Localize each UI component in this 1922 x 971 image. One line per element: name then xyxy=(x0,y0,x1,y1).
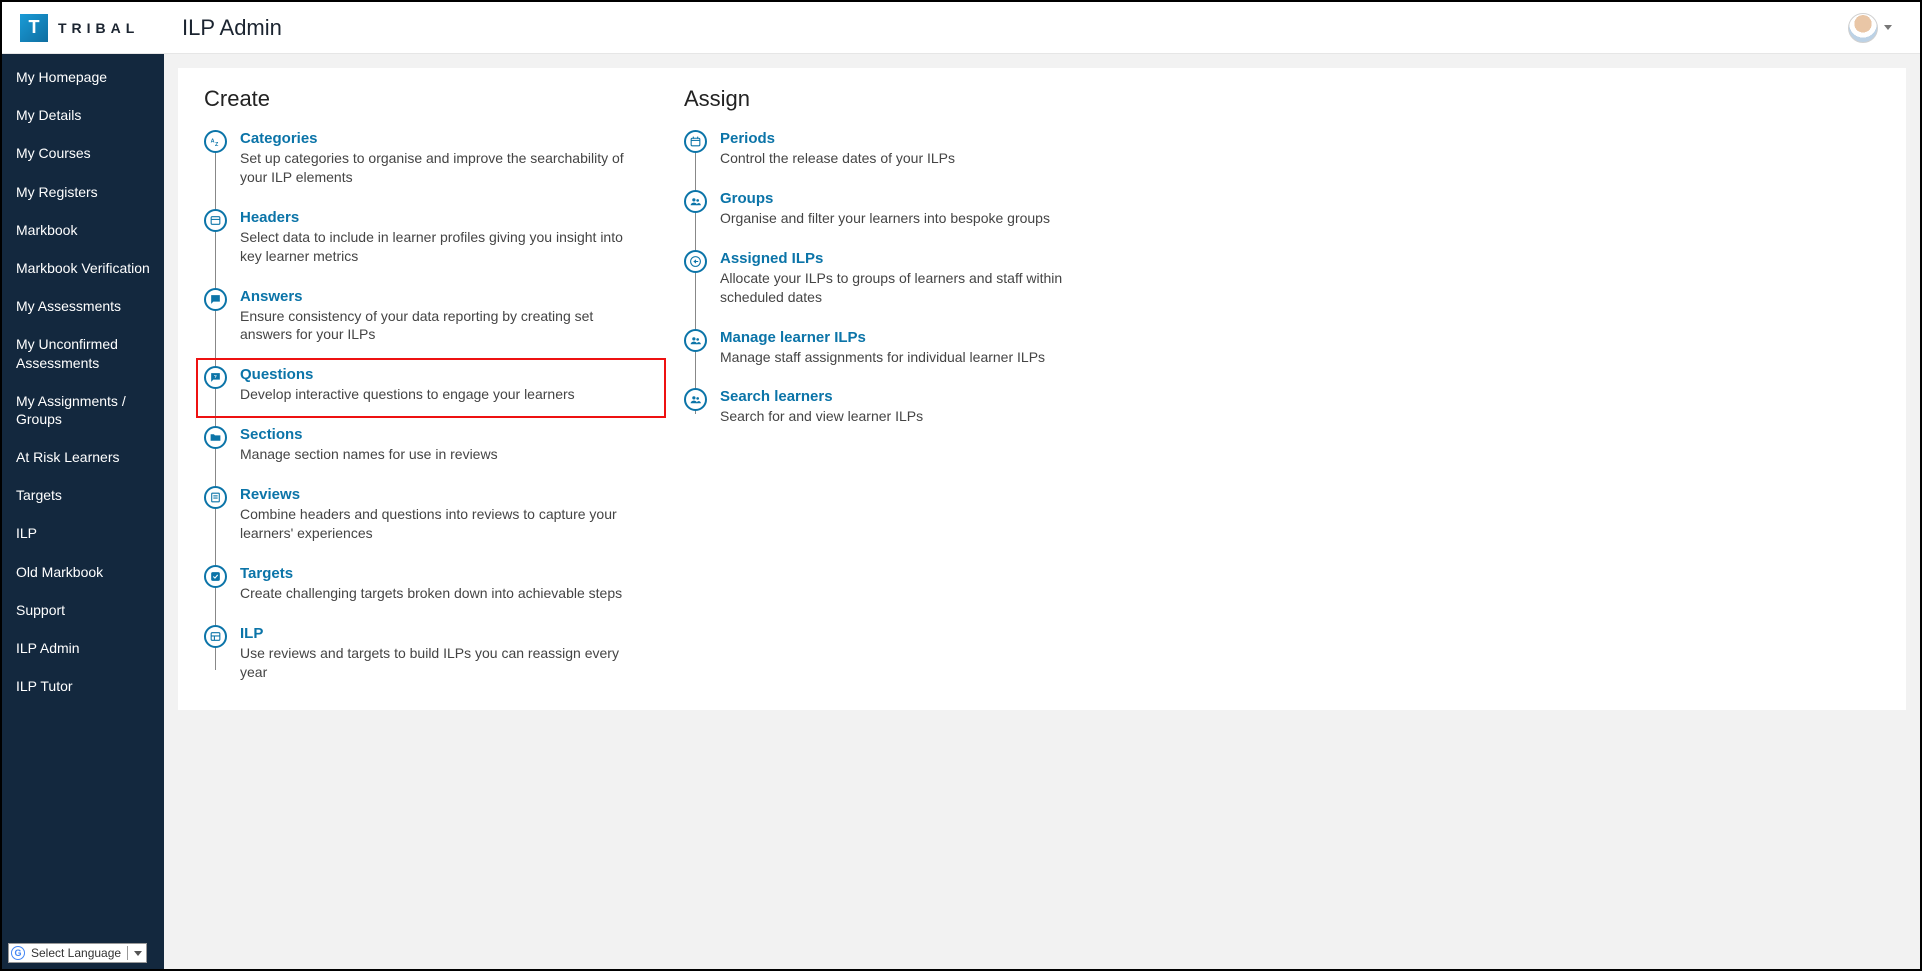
assign-item-manage-learner-ilps[interactable]: Manage learner ILPs Manage staff assignme… xyxy=(684,329,1124,367)
target-icon xyxy=(204,565,227,588)
sidebar-item-assignments[interactable]: My Assignments / Groups xyxy=(2,382,164,438)
send-icon xyxy=(684,250,707,273)
tl-item-desc: Control the release dates of your ILPs xyxy=(720,149,1124,168)
tl-item-title: Search learners xyxy=(720,388,1124,405)
tl-item-desc: Use reviews and targets to build ILPs yo… xyxy=(240,644,644,682)
assign-column: Assign Periods Control the release dates … xyxy=(684,86,1124,682)
tl-item-title: Answers xyxy=(240,288,644,305)
create-item-reviews[interactable]: Reviews Combine headers and questions int… xyxy=(204,486,644,543)
tl-item-title: Reviews xyxy=(240,486,644,503)
tl-item-desc: Manage section names for use in reviews xyxy=(240,445,644,464)
assign-timeline: Periods Control the release dates of your… xyxy=(684,130,1124,426)
main-content-scroll[interactable]: Create AZ Categories Set up categories to … xyxy=(164,54,1920,969)
language-selector[interactable]: G Select Language xyxy=(8,943,147,963)
assign-item-periods[interactable]: Periods Control the release dates of your… xyxy=(684,130,1124,168)
create-item-questions[interactable]: ? Questions Develop interactive questions … xyxy=(204,366,644,404)
tl-item-desc: Organise and filter your learners into b… xyxy=(720,209,1124,228)
sidebar-item-my-courses[interactable]: My Courses xyxy=(2,134,164,172)
tl-item-desc: Develop interactive questions to engage … xyxy=(240,385,644,404)
tl-item-desc: Combine headers and questions into revie… xyxy=(240,505,644,543)
calendar-icon xyxy=(684,130,707,153)
brand-text: TRIBAL xyxy=(58,20,139,36)
page-title: ILP Admin xyxy=(182,15,282,41)
sidebar-item-my-homepage[interactable]: My Homepage xyxy=(2,58,164,96)
tl-item-title: Headers xyxy=(240,209,644,226)
create-heading: Create xyxy=(204,86,644,112)
tl-item-title: Periods xyxy=(720,130,1124,147)
create-item-sections[interactable]: Sections Manage section names for use in … xyxy=(204,426,644,464)
tl-item-title: ILP xyxy=(240,625,644,642)
group-icon xyxy=(684,190,707,213)
tl-item-title: Targets xyxy=(240,565,644,582)
assign-item-groups[interactable]: Groups Organise and filter your learners … xyxy=(684,190,1124,228)
create-item-ilp[interactable]: ILP Use reviews and targets to build ILPs… xyxy=(204,625,644,682)
tl-item-title: Sections xyxy=(240,426,644,443)
create-item-categories[interactable]: AZ Categories Set up categories to organis… xyxy=(204,130,644,187)
assign-item-assigned-ilps[interactable]: Assigned ILPs Allocate your ILPs to group… xyxy=(684,250,1124,307)
sidebar-item-targets[interactable]: Targets xyxy=(2,476,164,514)
tl-item-desc: Select data to include in learner profil… xyxy=(240,228,644,266)
svg-text:A: A xyxy=(211,139,215,145)
brand-logo-icon: T xyxy=(20,14,48,42)
tl-item-title: Categories xyxy=(240,130,644,147)
create-timeline: AZ Categories Set up categories to organis… xyxy=(204,130,644,682)
sidebar-item-my-assessments[interactable]: My Assessments xyxy=(2,287,164,325)
sidebar-item-old-markbook[interactable]: Old Markbook xyxy=(2,553,164,591)
language-label: Select Language xyxy=(31,946,121,960)
header-icon xyxy=(204,209,227,232)
app-header: T TRIBAL ILP Admin xyxy=(2,2,1920,54)
sidebar-item-my-registers[interactable]: My Registers xyxy=(2,173,164,211)
avatar[interactable] xyxy=(1848,13,1878,43)
sidebar-item-support[interactable]: Support xyxy=(2,591,164,629)
tl-item-desc: Create challenging targets broken down i… xyxy=(240,584,644,603)
sidebar-item-unconf-assess[interactable]: My Unconfirmed Assessments xyxy=(2,325,164,381)
group-icon xyxy=(684,329,707,352)
divider xyxy=(127,946,128,960)
create-item-targets[interactable]: Targets Create challenging targets broken… xyxy=(204,565,644,603)
question-icon: ? xyxy=(204,366,227,389)
brand[interactable]: T TRIBAL xyxy=(2,14,164,42)
assign-heading: Assign xyxy=(684,86,1124,112)
user-menu-caret-icon[interactable] xyxy=(1884,25,1892,30)
tl-item-desc: Search for and view learner ILPs xyxy=(720,407,1124,426)
sidebar-item-ilp[interactable]: ILP xyxy=(2,514,164,552)
review-icon xyxy=(204,486,227,509)
sidebar-item-my-details[interactable]: My Details xyxy=(2,96,164,134)
az-icon: AZ xyxy=(204,130,227,153)
tl-item-title: Manage learner ILPs xyxy=(720,329,1124,346)
tl-item-desc: Set up categories to organise and improv… xyxy=(240,149,644,187)
sidebar-item-at-risk[interactable]: At Risk Learners xyxy=(2,438,164,476)
google-translate-icon: G xyxy=(11,946,25,960)
sidebar-item-markbook[interactable]: Markbook xyxy=(2,211,164,249)
content-card: Create AZ Categories Set up categories to … xyxy=(178,68,1906,710)
create-item-answers[interactable]: Answers Ensure consistency of your data r… xyxy=(204,288,644,345)
sidebar-item-ilp-tutor[interactable]: ILP Tutor xyxy=(2,667,164,705)
tl-item-desc: Ensure consistency of your data reportin… xyxy=(240,307,644,345)
folder-icon xyxy=(204,426,227,449)
tl-item-desc: Allocate your ILPs to groups of learners… xyxy=(720,269,1124,307)
tl-item-desc: Manage staff assignments for individual … xyxy=(720,348,1124,367)
create-item-headers[interactable]: Headers Select data to include in learner… xyxy=(204,209,644,266)
svg-text:Z: Z xyxy=(215,142,219,148)
chevron-down-icon xyxy=(134,951,142,956)
group-icon xyxy=(684,388,707,411)
sidebar-item-markbook-verif[interactable]: Markbook Verification xyxy=(2,249,164,287)
tl-item-title: Questions xyxy=(240,366,644,383)
svg-text:?: ? xyxy=(214,374,217,380)
tl-item-title: Assigned ILPs xyxy=(720,250,1124,267)
tl-item-title: Groups xyxy=(720,190,1124,207)
chat-icon xyxy=(204,288,227,311)
assign-item-search-learners[interactable]: Search learners Search for and view learn… xyxy=(684,388,1124,426)
create-column: Create AZ Categories Set up categories to … xyxy=(204,86,644,682)
sidebar-item-ilp-admin[interactable]: ILP Admin xyxy=(2,629,164,667)
ilp-icon xyxy=(204,625,227,648)
sidebar-nav: My Homepage My Details My Courses My Reg… xyxy=(2,54,164,969)
